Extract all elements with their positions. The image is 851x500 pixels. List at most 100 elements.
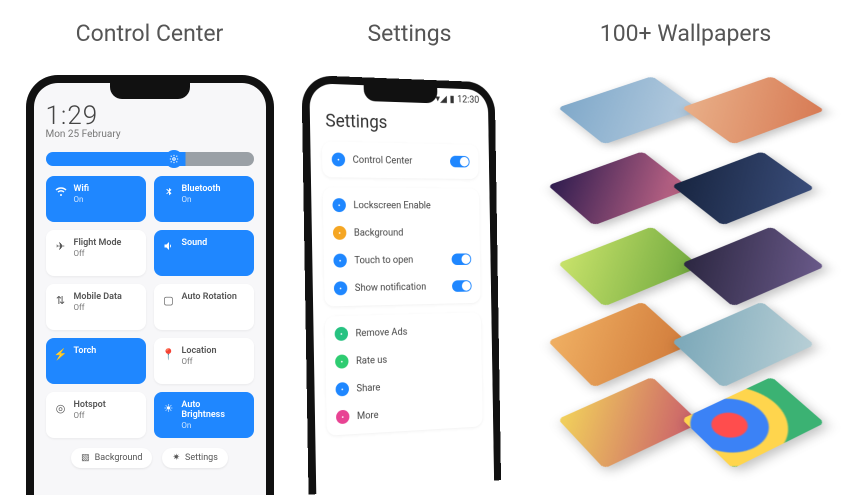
tile-label: Bluetooth bbox=[182, 184, 221, 194]
wallpaper-row bbox=[546, 303, 826, 383]
row-icon: • bbox=[333, 254, 347, 268]
row-label: More bbox=[356, 410, 378, 422]
wallpaper-card[interactable] bbox=[671, 302, 814, 388]
tile-label: Auto Rotation bbox=[182, 292, 237, 302]
row-icon: • bbox=[332, 198, 346, 212]
tile-label: Flight Mode bbox=[74, 238, 122, 248]
clock-date: Mon 25 February bbox=[46, 129, 254, 140]
tile-label: Sound bbox=[182, 238, 208, 248]
settings-label: Settings bbox=[185, 453, 218, 463]
settings-group-3: •Remove Ads•Rate us•Share•More bbox=[324, 312, 482, 435]
wallpaper-card[interactable] bbox=[557, 377, 700, 469]
tile-label: Hotspot bbox=[74, 400, 106, 410]
phone-notch bbox=[110, 83, 190, 99]
wallpaper-card[interactable] bbox=[681, 226, 824, 306]
airplane-icon: ✈ bbox=[54, 240, 68, 253]
tile-label: Location bbox=[182, 346, 217, 356]
row-icon: • bbox=[331, 152, 345, 166]
hotspot-icon: ◎ bbox=[54, 402, 68, 415]
wallpaper-gallery bbox=[546, 75, 826, 495]
col-title-control-center: Control Center bbox=[76, 20, 224, 47]
bluetooth-icon bbox=[162, 186, 176, 198]
settings-row-cc[interactable]: •Control Center bbox=[331, 146, 469, 176]
wallpaper-card[interactable] bbox=[547, 302, 690, 388]
tile-bluetooth[interactable]: BluetoothOn bbox=[154, 176, 254, 222]
tile-hotspot[interactable]: ◎ HotspotOff bbox=[46, 392, 146, 438]
toggle-touch[interactable] bbox=[451, 253, 471, 265]
settings-group-1: •Control Center bbox=[321, 141, 478, 179]
row-icon: • bbox=[335, 354, 349, 368]
tile-autorotation[interactable]: ▢ Auto Rotation bbox=[154, 284, 254, 330]
row-label: Lockscreen Enable bbox=[353, 200, 430, 211]
tile-flight[interactable]: ✈ Flight ModeOff bbox=[46, 230, 146, 276]
flashlight-icon: ⚡ bbox=[54, 348, 68, 361]
settings-row-touch[interactable]: • Touch to open bbox=[333, 246, 471, 275]
settings-row-bg[interactable]: • Background bbox=[332, 219, 470, 247]
row-icon: • bbox=[335, 410, 349, 425]
wallpaper-row bbox=[546, 147, 826, 227]
wallpaper-card[interactable] bbox=[547, 151, 690, 225]
settings-row-notif[interactable]: • Show notification bbox=[333, 272, 471, 302]
row-label: Remove Ads bbox=[355, 326, 407, 338]
tile-sub: On bbox=[182, 195, 221, 204]
tile-sound[interactable]: Sound bbox=[154, 230, 254, 276]
tile-label: Auto Brightness bbox=[181, 400, 245, 420]
wallpaper-row bbox=[546, 69, 826, 149]
tile-label: Mobile Data bbox=[74, 292, 122, 302]
row-label: Share bbox=[356, 382, 380, 394]
gear-icon[interactable] bbox=[165, 150, 183, 168]
quick-tiles-grid: WifiOnBluetoothOn✈Flight ModeOffSound⇅Mo… bbox=[46, 176, 254, 438]
page-title: Settings bbox=[325, 111, 474, 136]
column-settings: Settings ▾◢ ▮ 12:30 Settings •Control Ce… bbox=[305, 20, 515, 500]
column-wallpapers: 100+ Wallpapers bbox=[546, 20, 826, 500]
background-button[interactable]: ▧ Background bbox=[71, 448, 152, 468]
tile-sub: Off bbox=[74, 411, 106, 420]
volume-icon bbox=[162, 240, 176, 252]
wallpaper-row bbox=[546, 381, 826, 461]
tile-mobiledata[interactable]: ⇅ Mobile DataOff bbox=[46, 284, 146, 330]
row-icon: • bbox=[333, 281, 347, 295]
tile-sub: On bbox=[74, 195, 90, 204]
row-label: Background bbox=[353, 227, 403, 238]
wallpaper-card[interactable] bbox=[557, 226, 700, 306]
tile-autobright[interactable]: ☀ Auto BrightnessOn bbox=[154, 392, 254, 438]
row-label: Rate us bbox=[355, 354, 386, 366]
background-label: Background bbox=[95, 453, 143, 463]
tile-wifi[interactable]: WifiOn bbox=[46, 176, 146, 222]
brightness-icon: ☀ bbox=[162, 402, 176, 415]
toggle-notif[interactable] bbox=[452, 280, 472, 292]
toggle-cc[interactable] bbox=[449, 156, 469, 168]
wifi-icon bbox=[54, 186, 68, 198]
tile-torch[interactable]: ⚡ Torch bbox=[46, 338, 146, 384]
row-label: Show notification bbox=[354, 281, 426, 293]
settings-group-2: • Lockscreen Enable • Background • Touch to o… bbox=[322, 187, 480, 306]
wallpaper-row bbox=[546, 225, 826, 305]
tile-location[interactable]: 📍LocationOff bbox=[154, 338, 254, 384]
tile-sub: Off bbox=[74, 249, 122, 258]
row-label: Touch to open bbox=[354, 254, 413, 265]
image-icon: ▧ bbox=[81, 453, 90, 463]
battery-icon: ▮ bbox=[449, 94, 454, 105]
settings-row-more[interactable]: • More bbox=[335, 396, 473, 431]
phone-notch bbox=[363, 85, 437, 103]
col-title-settings: Settings bbox=[368, 20, 452, 47]
tile-sub: Off bbox=[74, 303, 122, 312]
wallpaper-card[interactable] bbox=[681, 76, 824, 144]
wallpaper-card[interactable] bbox=[557, 76, 700, 144]
wallpaper-card[interactable] bbox=[681, 377, 824, 469]
brightness-slider[interactable] bbox=[46, 152, 254, 166]
status-time: 12:30 bbox=[457, 94, 479, 105]
tile-sub: On bbox=[181, 421, 245, 430]
tile-label: Torch bbox=[74, 346, 97, 356]
signal-icon: ⇅ bbox=[54, 294, 68, 307]
wallpaper-card[interactable] bbox=[671, 151, 814, 225]
pin-icon: 📍 bbox=[162, 348, 176, 361]
settings-row-lock[interactable]: • Lockscreen Enable bbox=[332, 191, 470, 219]
tile-label: Wifi bbox=[74, 184, 90, 194]
row-icon: • bbox=[332, 226, 346, 240]
phone-settings: ▾◢ ▮ 12:30 Settings •Control Center •Loc… bbox=[301, 75, 501, 495]
col-title-wallpapers: 100+ Wallpapers bbox=[600, 20, 771, 47]
settings-button[interactable]: ✷ Settings bbox=[162, 448, 227, 468]
phone-control-center: 1:29 Mon 25 February WifiOnBluetoothOn✈F… bbox=[26, 75, 274, 495]
rotate-icon: ▢ bbox=[162, 294, 176, 307]
